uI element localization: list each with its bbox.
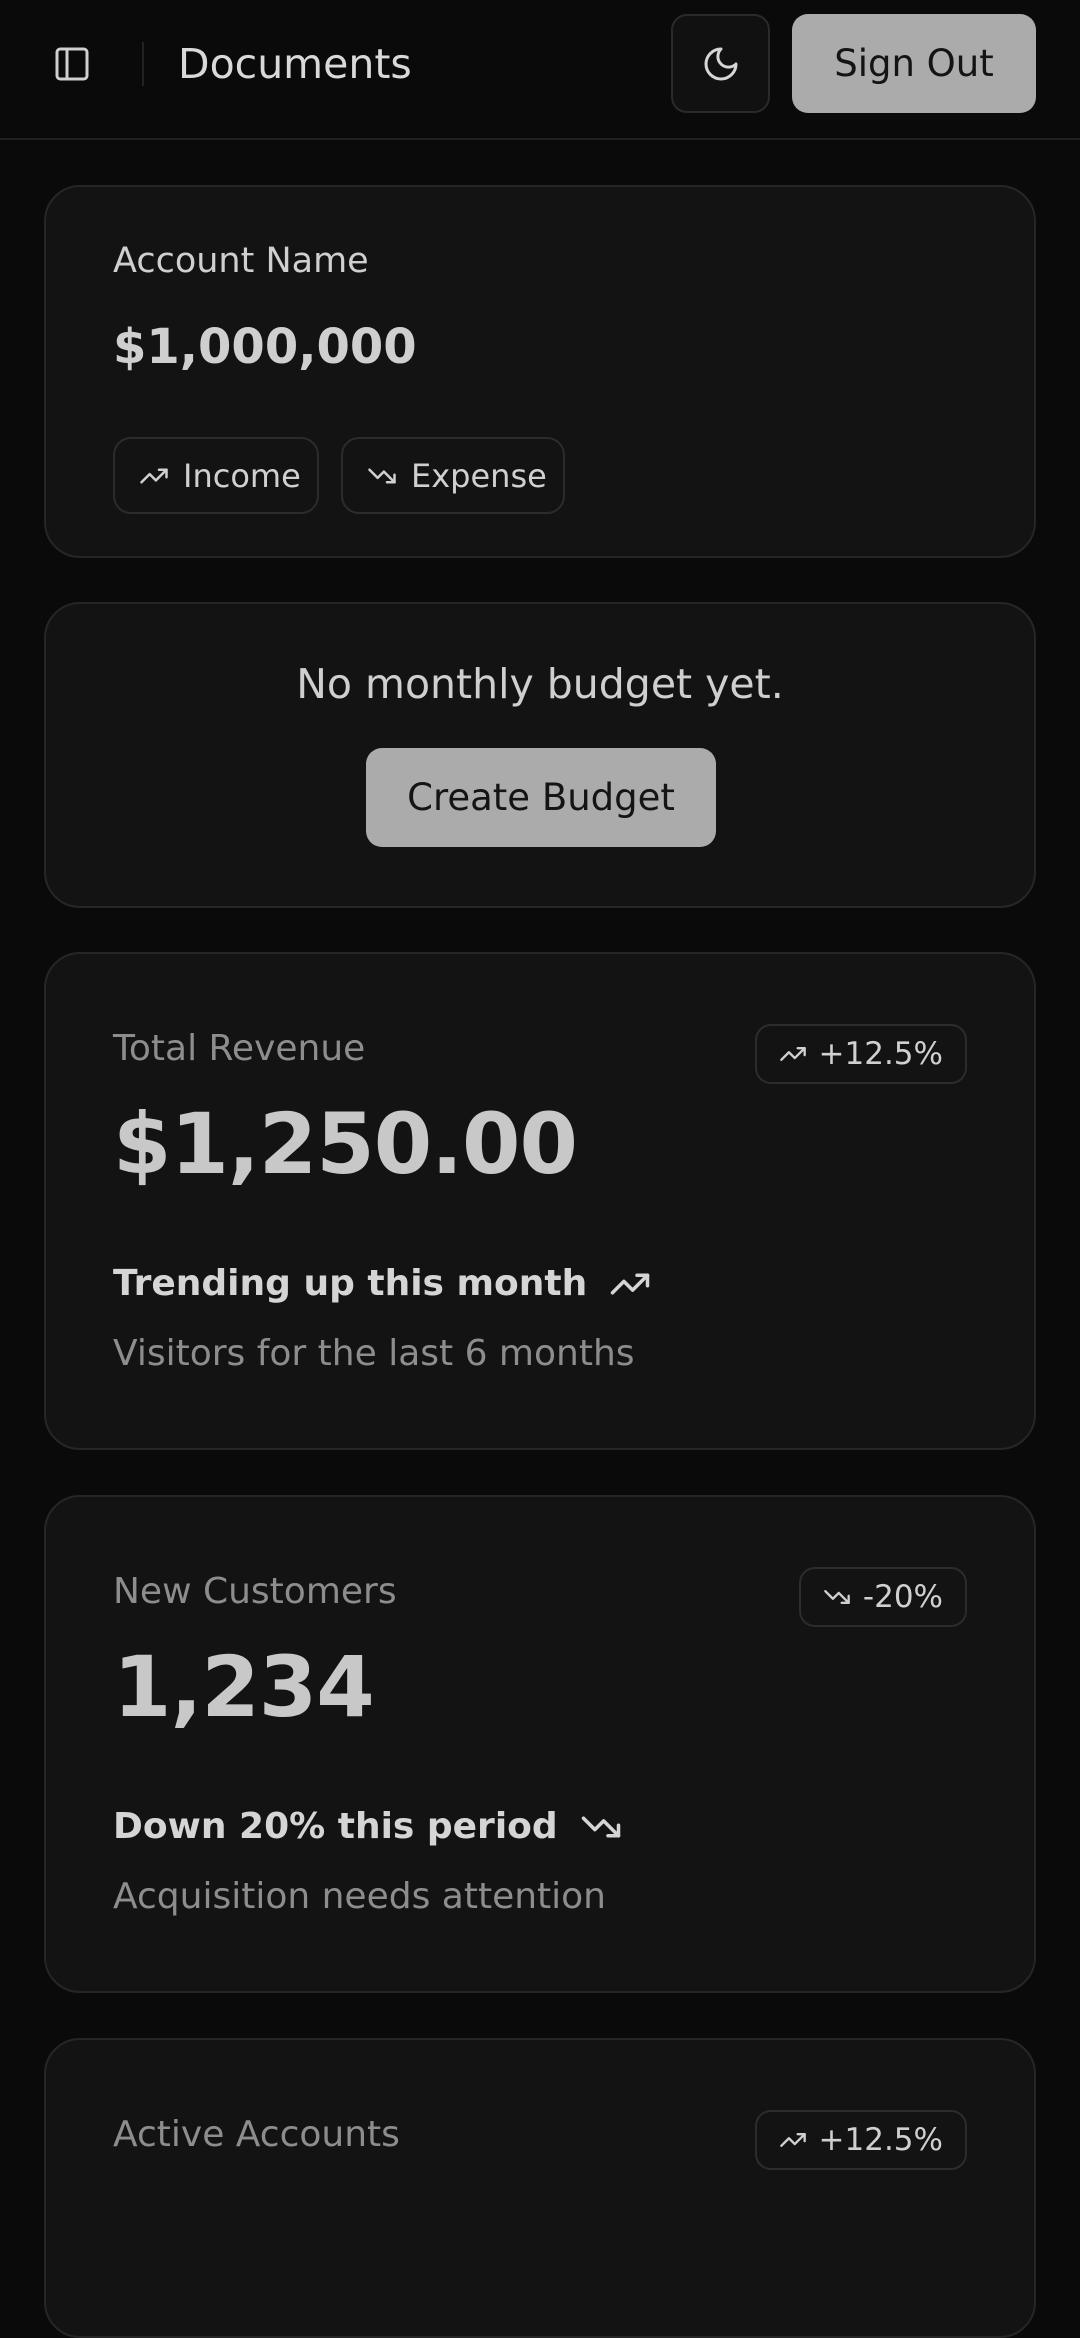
trending-down-icon bbox=[580, 1806, 622, 1848]
metric-trend-text: Down 20% this period bbox=[113, 1806, 558, 1847]
account-card: Account Name $1,000,000 Income Expense bbox=[44, 185, 1036, 558]
sign-out-button[interactable]: Sign Out bbox=[792, 14, 1036, 113]
metric-trend: Down 20% this period bbox=[113, 1802, 622, 1852]
page-title: Documents bbox=[178, 40, 412, 88]
income-label: Income bbox=[183, 456, 301, 495]
metric-value: $1,250.00 bbox=[113, 1095, 578, 1193]
active-accounts-card: Active Accounts +12.5% bbox=[44, 2038, 1036, 2338]
metric-value: 1,234 bbox=[113, 1638, 375, 1736]
new-customers-card: New Customers -20% 1,234 Down 20% this p… bbox=[44, 1495, 1036, 1993]
expense-button[interactable]: Expense bbox=[341, 437, 565, 514]
metric-change-badge: -20% bbox=[798, 1567, 967, 1627]
header-divider bbox=[142, 42, 144, 86]
trending-up-icon bbox=[139, 461, 169, 491]
sidebar-toggle-button[interactable] bbox=[48, 40, 96, 88]
trending-up-icon bbox=[779, 2126, 807, 2154]
metric-change-value: +12.5% bbox=[818, 1036, 943, 1072]
trending-up-icon bbox=[609, 1263, 651, 1305]
metric-description: Visitors for the last 6 months bbox=[113, 1333, 635, 1374]
metric-trend: Trending up this month bbox=[113, 1259, 651, 1309]
metric-change-value: +12.5% bbox=[818, 2122, 943, 2158]
account-balance: $1,000,000 bbox=[113, 319, 417, 375]
trending-up-icon bbox=[779, 1040, 807, 1068]
metric-trend-text: Trending up this month bbox=[113, 1263, 588, 1304]
budget-card: No monthly budget yet. Create Budget bbox=[44, 602, 1036, 908]
budget-empty-message: No monthly budget yet. bbox=[296, 660, 784, 708]
sidebar-panel-icon bbox=[55, 47, 89, 81]
metric-label: Active Accounts bbox=[113, 2114, 400, 2155]
metric-change-badge: +12.5% bbox=[754, 1024, 967, 1084]
account-name: Account Name bbox=[113, 241, 369, 281]
metric-label: New Customers bbox=[113, 1571, 397, 1612]
trending-down-icon bbox=[823, 1583, 851, 1611]
income-button[interactable]: Income bbox=[113, 437, 319, 514]
metric-description: Acquisition needs attention bbox=[113, 1876, 606, 1917]
expense-label: Expense bbox=[411, 456, 547, 495]
top-header: Documents Sign Out bbox=[0, 0, 1080, 140]
trending-down-icon bbox=[367, 461, 397, 491]
metric-change-value: -20% bbox=[862, 1579, 943, 1615]
metric-change-badge: +12.5% bbox=[754, 2110, 967, 2170]
metric-label: Total Revenue bbox=[113, 1028, 366, 1069]
create-budget-button[interactable]: Create Budget bbox=[366, 748, 716, 847]
total-revenue-card: Total Revenue +12.5% $1,250.00 Trending … bbox=[44, 952, 1036, 1450]
theme-toggle-button[interactable] bbox=[671, 14, 770, 113]
moon-icon bbox=[704, 47, 737, 80]
